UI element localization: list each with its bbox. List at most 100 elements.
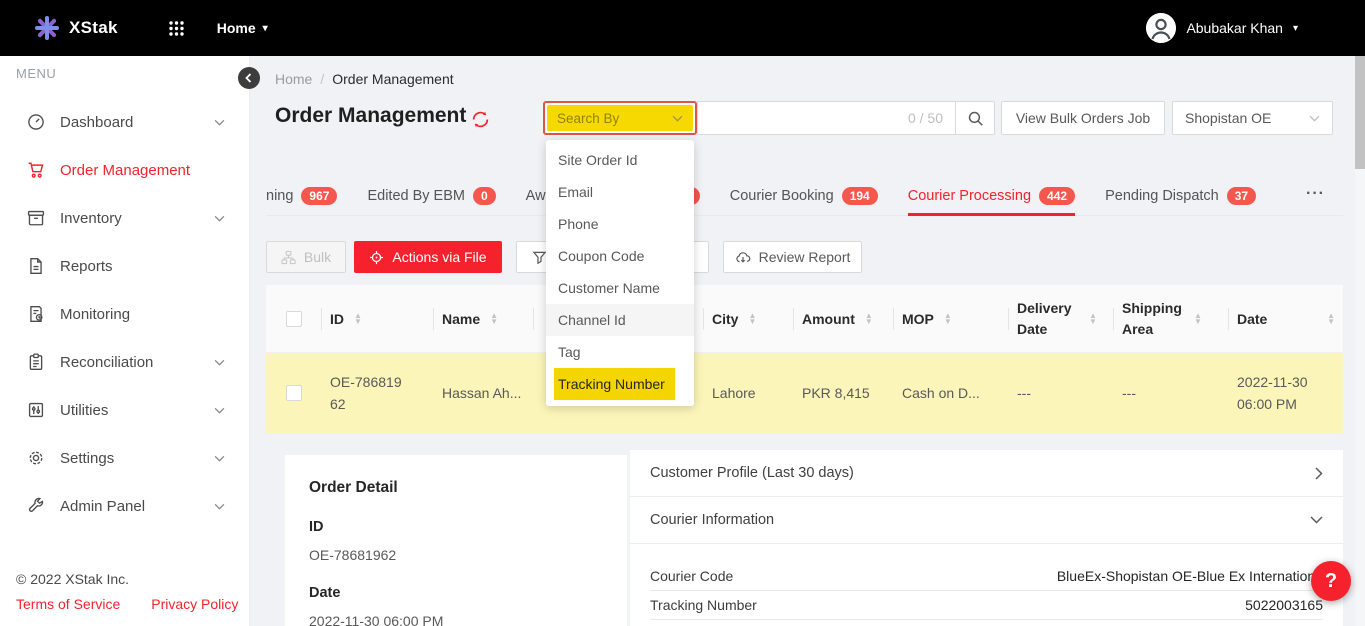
select-all-checkbox[interactable] <box>286 311 302 327</box>
crosshair-icon <box>369 250 384 265</box>
dropdown-option-customer-name[interactable]: Customer Name <box>546 272 694 304</box>
sidebar-item-label: Reconciliation <box>60 354 153 371</box>
customer-profile-accordion[interactable]: Customer Profile (Last 30 days) <box>630 450 1343 497</box>
sidebar-item-inventory[interactable]: Inventory <box>0 194 249 242</box>
actions-via-file-button[interactable]: Actions via File <box>354 241 502 273</box>
vertical-scrollbar <box>1355 56 1365 626</box>
row-checkbox[interactable] <box>286 385 302 401</box>
chevron-down-icon <box>214 119 225 126</box>
courier-information-label: Courier Information <box>650 512 774 528</box>
sidebar-item-reports[interactable]: Reports <box>0 242 249 290</box>
order-date-label: Date <box>309 585 603 601</box>
tab-pending-dispatch[interactable]: Pending Dispatch 37 <box>1105 176 1256 216</box>
sidebar-item-settings[interactable]: Settings <box>0 434 249 482</box>
sidebar-footer: © 2022 XStak Inc. Terms of Service Priva… <box>16 571 238 612</box>
nav-home-menu[interactable]: Home ▾ <box>217 20 268 36</box>
sort-icon: ▲▼ <box>865 313 873 325</box>
cell-amount: PKR 8,415 <box>794 385 894 401</box>
scrollbar-thumb[interactable] <box>1355 56 1365 169</box>
select-all-cell <box>266 285 322 352</box>
dropdown-option-email[interactable]: Email <box>546 176 694 208</box>
utilities-icon <box>27 401 45 419</box>
dropdown-option-site-order-id[interactable]: Site Order Id <box>546 144 694 176</box>
column-header-city[interactable]: City▲▼ <box>704 285 794 352</box>
table-row[interactable]: OE-78681962 Hassan Ah... Lahore PKR 8,41… <box>266 353 1343 433</box>
tab-count-badge: 967 <box>301 187 337 205</box>
chevron-down-icon <box>214 503 225 510</box>
tab-label: Courier Processing <box>908 188 1031 204</box>
search-button[interactable] <box>955 101 995 135</box>
dashboard-icon <box>27 113 45 131</box>
courier-information-accordion[interactable]: Courier Information <box>630 497 1343 544</box>
sidebar-item-label: Dashboard <box>60 114 133 131</box>
tab-count-badge: 442 <box>1039 187 1075 205</box>
dropdown-option-channel-id[interactable]: Channel Id <box>546 304 694 336</box>
sidebar-item-order-management[interactable]: Order Management <box>0 146 249 194</box>
caret-down-icon: ▾ <box>1293 23 1298 34</box>
reports-icon <box>27 257 45 275</box>
column-label: ID <box>330 311 344 327</box>
page-title: Order Management <box>275 104 466 128</box>
sidebar-item-label: Monitoring <box>60 306 130 323</box>
tab-strip: ning 967 Edited By EBM 0 Awaitin ted By … <box>266 176 1308 216</box>
tab-courier-booking[interactable]: Courier Booking 194 <box>730 176 878 216</box>
dropdown-option-tracking-number[interactable]: Tracking Number <box>554 368 675 400</box>
tracking-number-row: Tracking Number 5022003165 <box>650 591 1323 620</box>
more-tabs-icon[interactable]: ··· <box>1306 185 1325 203</box>
sidebar-item-admin-panel[interactable]: Admin Panel <box>0 482 249 530</box>
sort-icon: ▲▼ <box>1327 313 1335 325</box>
courier-code-row: Courier Code BlueEx-Shopistan OE-Blue Ex… <box>650 562 1323 591</box>
copyright-text: © 2022 XStak Inc. <box>16 571 238 587</box>
dropdown-option-phone[interactable]: Phone <box>546 208 694 240</box>
sidebar-item-label: Utilities <box>60 402 108 419</box>
tab-edited-by-ebm[interactable]: Edited By EBM 0 <box>367 176 495 216</box>
column-header-date[interactable]: Date▲▼ <box>1229 285 1343 352</box>
tab-screening[interactable]: ning 967 <box>266 176 337 216</box>
cell-city: Lahore <box>704 385 794 401</box>
column-label: Shipping Area <box>1122 298 1184 340</box>
privacy-policy-link[interactable]: Privacy Policy <box>151 596 238 612</box>
dropdown-option-tag[interactable]: Tag <box>546 336 694 368</box>
search-input[interactable] <box>698 102 908 134</box>
collapse-sidebar-button[interactable] <box>238 67 260 89</box>
tab-label: ning <box>266 188 293 204</box>
review-report-button[interactable]: Review Report <box>723 241 862 273</box>
dropdown-option-coupon-code[interactable]: Coupon Code <box>546 240 694 272</box>
sort-icon: ▲▼ <box>490 313 498 325</box>
column-header-shipping-area[interactable]: Shipping Area▲▼ <box>1114 285 1229 352</box>
tab-courier-processing[interactable]: Courier Processing 442 <box>908 176 1075 216</box>
column-header-amount[interactable]: Amount▲▼ <box>794 285 894 352</box>
search-by-select[interactable]: Search By <box>547 105 693 131</box>
app-grid-icon[interactable] <box>168 20 185 37</box>
sidebar-item-reconciliation[interactable]: Reconciliation <box>0 338 249 386</box>
row-select-cell <box>266 385 322 401</box>
column-header-mop[interactable]: MOP▲▼ <box>894 285 1009 352</box>
bulk-button[interactable]: Bulk <box>266 241 346 273</box>
user-menu[interactable]: Abubakar Khan ▾ <box>1146 13 1298 43</box>
menu-label: MENU <box>16 66 56 81</box>
sidebar-item-utilities[interactable]: Utilities <box>0 386 249 434</box>
sidebar: MENU Dashboard Order Management Inventor <box>0 56 250 626</box>
sidebar-item-monitoring[interactable]: Monitoring <box>0 290 249 338</box>
order-detail-card: Order Detail ID OE-78681962 Date 2022-11… <box>285 455 627 626</box>
courier-code-label: Courier Code <box>650 568 733 584</box>
gear-icon <box>27 449 45 467</box>
column-header-delivery-date[interactable]: Delivery Date▲▼ <box>1009 285 1114 352</box>
cell-id: OE-78681962 <box>322 371 434 416</box>
chevron-down-icon <box>214 407 225 414</box>
view-bulk-orders-job-button[interactable]: View Bulk Orders Job <box>1001 101 1165 135</box>
column-header-name[interactable]: Name▲▼ <box>434 285 534 352</box>
sidebar-item-dashboard[interactable]: Dashboard <box>0 98 249 146</box>
column-label: Delivery Date <box>1017 298 1079 340</box>
cell-date: 2022-11-30 06:00 PM <box>1229 371 1343 416</box>
tab-label: Edited By EBM <box>367 188 465 204</box>
sidebar-item-label: Order Management <box>60 162 190 179</box>
help-button[interactable]: ? <box>1311 561 1351 601</box>
refresh-icon[interactable] <box>471 110 490 129</box>
brand-logo[interactable]: XStak <box>34 15 118 41</box>
column-header-id[interactable]: ID▲▼ <box>322 285 434 352</box>
store-select[interactable]: Shopistan OE <box>1172 101 1333 135</box>
breadcrumb-home[interactable]: Home <box>275 71 312 87</box>
terms-of-service-link[interactable]: Terms of Service <box>16 596 120 612</box>
chevron-down-icon <box>214 215 225 222</box>
